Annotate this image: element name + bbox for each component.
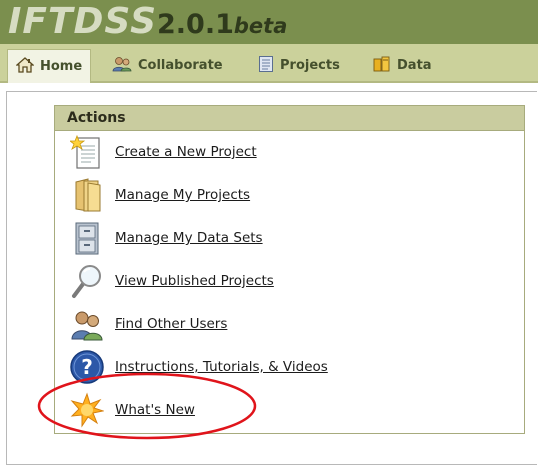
starburst-icon [69, 391, 105, 429]
users-icon [69, 305, 105, 343]
tab-data-label: Data [397, 58, 432, 73]
tab-projects-label: Projects [280, 58, 340, 73]
action-manage-projects: Manage My Projects [69, 176, 509, 214]
action-create-project: Create a New Project [69, 133, 509, 171]
whats-new-link[interactable]: What's New [115, 402, 195, 418]
tab-collaborate-label: Collaborate [138, 58, 223, 73]
app-header: IFTDSS2.0.1beta [0, 0, 538, 44]
logo-main-text: IFTDSS [8, 1, 157, 42]
help-icon: ? [69, 348, 105, 386]
app-logo: IFTDSS2.0.1beta [8, 0, 287, 44]
new-document-icon [69, 133, 105, 171]
actions-panel: Actions Create a New Project Manage My P… [54, 105, 525, 434]
actions-panel-title: Actions [55, 106, 524, 131]
manage-data-sets-link[interactable]: Manage My Data Sets [115, 230, 263, 246]
main-navigation: Home Collaborate Projects Data [0, 44, 538, 83]
logo-suffix-text: beta [233, 14, 288, 38]
tab-data[interactable]: Data [373, 50, 432, 81]
magnifier-icon [69, 262, 105, 300]
house-icon [15, 56, 35, 77]
action-instructions: ? Instructions, Tutorials, & Videos [69, 348, 509, 386]
folder-icon [69, 176, 105, 214]
create-project-link[interactable]: Create a New Project [115, 144, 257, 160]
tab-home[interactable]: Home [7, 49, 91, 83]
action-whats-new: What's New [69, 391, 509, 429]
action-manage-data-sets: Manage My Data Sets [69, 219, 509, 257]
tab-projects[interactable]: Projects [258, 50, 340, 81]
users-icon [112, 56, 132, 76]
document-icon [258, 55, 274, 77]
instructions-link[interactable]: Instructions, Tutorials, & Videos [115, 359, 328, 375]
database-icon [373, 55, 391, 77]
find-users-link[interactable]: Find Other Users [115, 316, 227, 332]
manage-projects-link[interactable]: Manage My Projects [115, 187, 250, 203]
tab-home-label: Home [40, 59, 83, 74]
action-view-published: View Published Projects [69, 262, 509, 300]
action-find-users: Find Other Users [69, 305, 509, 343]
logo-version-text: 2.0.1 [157, 9, 234, 40]
view-published-link[interactable]: View Published Projects [115, 273, 274, 289]
tab-collaborate[interactable]: Collaborate [112, 50, 223, 81]
cabinet-icon [69, 219, 105, 257]
svg-text:?: ? [81, 355, 93, 379]
